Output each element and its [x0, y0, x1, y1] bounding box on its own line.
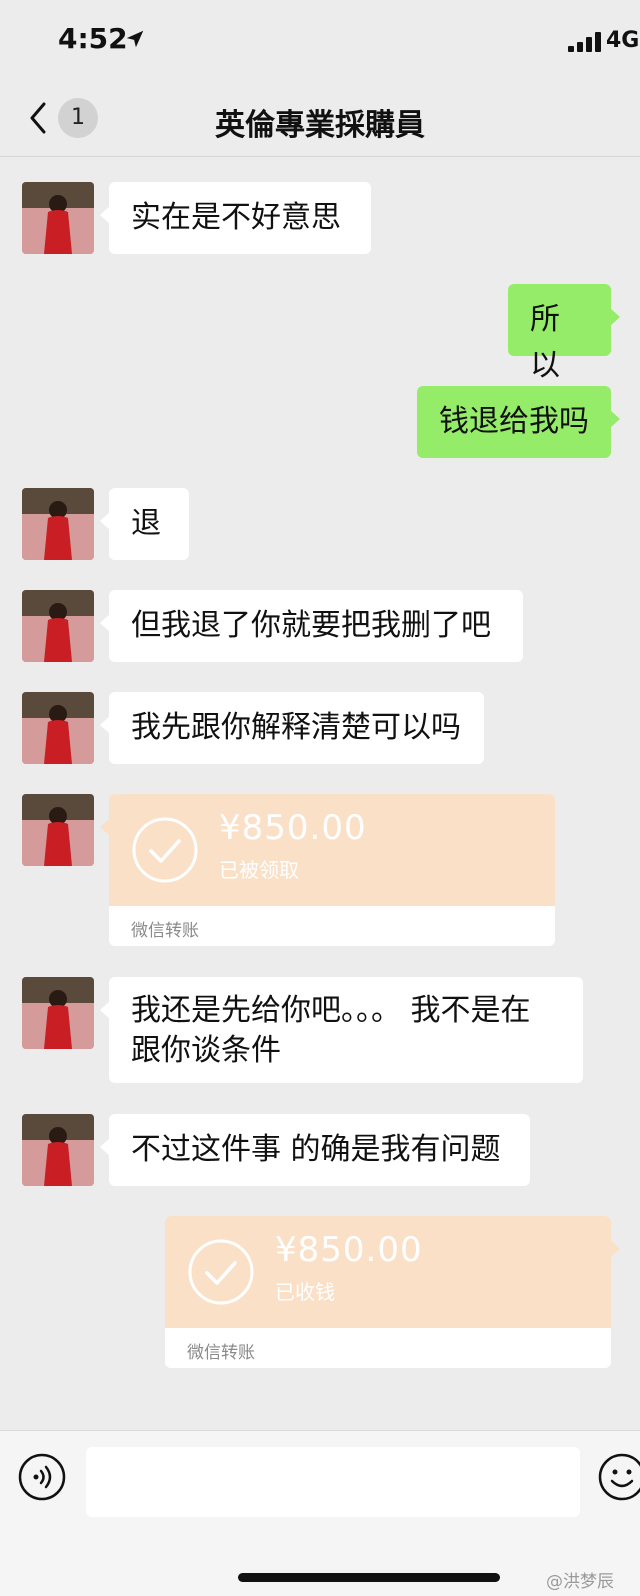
status-bar: 4:52 4G: [0, 0, 640, 80]
contact-avatar[interactable]: [22, 692, 94, 764]
watermark: @洪梦辰: [546, 1572, 614, 1592]
message-bubble-outgoing[interactable]: 钱退给我吗: [417, 386, 620, 458]
transfer-card-incoming[interactable]: ¥850.00 已被领取 微信转账: [100, 794, 555, 946]
contact-avatar[interactable]: [22, 1114, 94, 1186]
contact-avatar[interactable]: [22, 977, 94, 1049]
transfer-amount: ¥850.00: [275, 1230, 423, 1270]
contact-avatar[interactable]: [22, 590, 94, 662]
message-bubble-incoming[interactable]: 我还是先给你吧。。。 我不是在 跟你谈条件: [100, 977, 583, 1083]
contact-avatar[interactable]: [22, 182, 94, 254]
message-bubble-incoming[interactable]: 实在是不好意思: [100, 182, 371, 254]
chat-input-bar: @洪梦辰: [0, 1430, 640, 1596]
message-bubble-incoming[interactable]: 不过这件事 的确是我有问题: [100, 1114, 530, 1186]
check-circle-icon: [132, 817, 198, 883]
transfer-card-outgoing[interactable]: ¥850.00 已收钱 微信转账: [165, 1216, 620, 1368]
check-circle-icon: [188, 1239, 254, 1305]
emoji-icon[interactable]: [598, 1453, 640, 1501]
contact-avatar[interactable]: [22, 794, 94, 866]
transfer-card-top: ¥850.00 已被领取: [109, 794, 555, 906]
network-type: 4G: [606, 28, 640, 53]
voice-icon[interactable]: [18, 1453, 66, 1501]
transfer-amount: ¥850.00: [219, 808, 367, 848]
chat-header: 1 英倫專業採購員: [0, 80, 640, 157]
signal-icon: [568, 32, 602, 52]
message-bubble-outgoing[interactable]: 所以: [508, 284, 620, 383]
chat-title: 英倫專業採購員: [215, 108, 425, 143]
transfer-label: 微信转账: [187, 1343, 255, 1363]
transfer-status: 已收钱: [275, 1280, 335, 1304]
message-bubble-incoming[interactable]: 我先跟你解释清楚可以吗: [100, 692, 484, 764]
message-bubble-incoming[interactable]: 退: [100, 488, 189, 560]
contact-avatar[interactable]: [22, 488, 94, 560]
message-line: 我还是先给你吧。。。 我不是在: [131, 993, 531, 1028]
message-bubble-incoming[interactable]: 但我退了你就要把我删了吧: [100, 590, 523, 662]
home-indicator: [238, 1573, 500, 1582]
transfer-label: 微信转账: [131, 921, 199, 941]
message-input[interactable]: [86, 1447, 580, 1517]
transfer-card-top: ¥850.00 已收钱: [165, 1216, 611, 1328]
message-line: 跟你谈条件: [131, 1033, 281, 1068]
status-time: 4:52: [58, 22, 128, 55]
transfer-status: 已被领取: [219, 858, 299, 882]
location-arrow-icon: [126, 30, 144, 48]
